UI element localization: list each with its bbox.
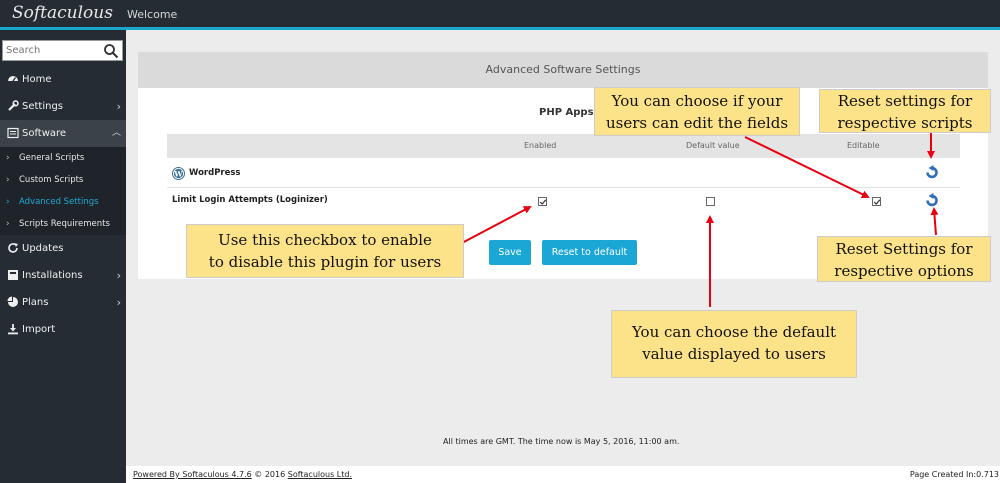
nav-updates-label: Updates [22,243,64,254]
svg-text:W: W [173,169,183,178]
nav-updates[interactable]: Updates [0,235,126,262]
dashboard-icon [8,76,18,82]
wrench-icon [8,100,19,111]
save-button[interactable]: Save [489,240,531,265]
search-icon[interactable] [103,43,119,59]
callout-reset-scripts: Reset settings for respective scripts [819,89,991,133]
chevron-right-icon: › [6,153,10,163]
chevron-right-icon: › [116,269,121,282]
nav-import-label: Import [22,324,56,335]
col-default-value: Default value [686,141,740,150]
pie-chart-icon [7,296,18,307]
installations-icon [8,270,18,280]
app-name: WordPress [189,168,241,178]
nav-home-label: Home [22,74,52,85]
callout-default-value: You can choose the default value display… [611,310,857,378]
powered-by: Powered By Softaculous 4.7.6 © 2016 Soft… [133,470,352,479]
editable-checkbox[interactable] [872,197,881,206]
powered-by-link[interactable]: Powered By Softaculous 4.7.6 [133,470,252,479]
nav-import[interactable]: Import [0,316,126,343]
refresh-icon [8,243,18,253]
col-editable: Editable [847,141,880,150]
nav-installations[interactable]: Installations › [0,262,126,289]
search-box [2,40,123,61]
subnav-custom-scripts[interactable]: › Custom Scripts [0,169,126,191]
sidebar: Home Settings › Software ︿ › General Scr… [0,30,126,483]
chevron-right-icon: › [6,219,10,229]
nav-home[interactable]: Home [0,66,126,93]
default-value-checkbox[interactable] [706,197,715,206]
chevron-right-icon: › [116,296,121,309]
chevron-right-icon: › [6,175,10,185]
callout-enable: Use this checkbox to enable to disable t… [186,224,464,278]
reset-to-default-button[interactable]: Reset to default [542,240,637,265]
subnav-advanced-settings[interactable]: › Advanced Settings [0,191,126,213]
nav-plans[interactable]: Plans › [0,289,126,316]
callout-editable: You can choose if your users can edit th… [594,87,800,136]
subnav-scripts-requirements[interactable]: › Scripts Requirements [0,213,126,235]
section-heading: PHP Apps [539,107,594,118]
reset-option-icon[interactable] [924,193,939,208]
panel-title: Advanced Software Settings [138,52,988,88]
enabled-checkbox[interactable] [538,197,547,206]
row-divider [167,187,960,188]
footer: Powered By Softaculous 4.7.6 © 2016 Soft… [126,466,1000,483]
search-input[interactable] [6,43,101,58]
nav-settings[interactable]: Settings › [0,93,126,120]
wordpress-icon: W [172,167,185,180]
copyright-text: © 2016 [251,470,288,479]
company-link[interactable]: Softaculous Ltd. [288,470,352,479]
nav-installations-label: Installations [22,270,83,281]
nav-settings-label: Settings [22,101,64,112]
nav-software-label: Software [22,128,67,139]
col-enabled: Enabled [524,141,557,150]
table-header: Enabled Default value Editable [167,134,960,158]
subnav-general-scripts[interactable]: › General Scripts [0,147,126,169]
reset-script-icon[interactable] [924,165,939,180]
software-icon [7,127,19,139]
nav-plans-label: Plans [22,297,49,308]
softaculous-logo[interactable]: Softaculous [12,0,113,27]
chevron-down-icon: ︿ [111,128,121,138]
chevron-right-icon: › [6,197,10,207]
top-bar: Softaculous Welcome [0,0,1000,30]
time-note: All times are GMT. The time now is May 5… [443,437,680,446]
chevron-right-icon: › [116,100,121,113]
welcome-text: Welcome [127,8,178,21]
software-submenu: › General Scripts › Custom Scripts › Adv… [0,147,126,235]
nav-software[interactable]: Software ︿ [0,120,126,147]
callout-reset-options: Reset Settings for respective options [817,236,991,282]
option-name: Limit Login Attempts (Loginizer) [172,195,328,205]
download-icon [8,324,18,335]
page-created: Page Created In:0.713 [909,470,999,479]
